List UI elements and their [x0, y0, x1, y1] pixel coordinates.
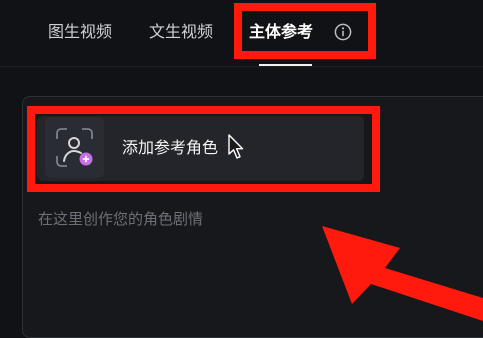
tabs-divider [0, 66, 483, 67]
person-add-icon [56, 128, 93, 167]
mouse-cursor-icon [228, 134, 244, 159]
tab-text-to-video[interactable]: 文生视频 [149, 20, 213, 44]
avatar-upload-slot[interactable] [45, 117, 104, 178]
prompt-input[interactable]: 在这里创作您的角色剧情 [38, 207, 203, 231]
add-reference-role-label: 添加参考角色 [122, 138, 219, 157]
mode-tabs: 图生视频 文生视频 主体参考 [0, 0, 483, 66]
tab-image-to-video[interactable]: 图生视频 [48, 20, 112, 44]
info-circle-icon[interactable] [334, 23, 352, 41]
tab-subject-reference[interactable]: 主体参考 [249, 20, 313, 44]
